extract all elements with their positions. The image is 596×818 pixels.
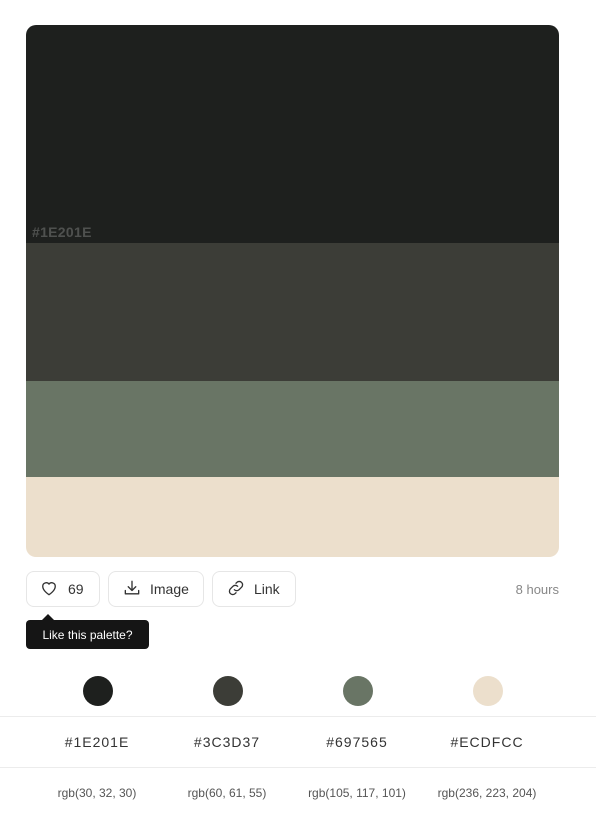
link-button-label: Link (254, 581, 280, 597)
image-button-label: Image (150, 581, 189, 597)
rgb-code-2[interactable]: rgb(60, 61, 55) (162, 768, 292, 818)
rgb-code-3[interactable]: rgb(105, 117, 101) (292, 768, 422, 818)
swatch-3[interactable] (26, 381, 559, 477)
copy-link-button[interactable]: Link (212, 571, 296, 607)
hex-code-4[interactable]: #ECDFCC (422, 717, 552, 767)
swatch-1[interactable]: #1E201E (26, 25, 559, 243)
rgb-code-1[interactable]: rgb(30, 32, 30) (32, 768, 162, 818)
like-tooltip: Like this palette? (26, 614, 149, 649)
hex-codes-row: #1E201E #3C3D37 #697565 #ECDFCC (0, 716, 596, 767)
tooltip-text: Like this palette? (42, 627, 133, 642)
hex-code-3[interactable]: #697565 (292, 717, 422, 767)
color-details: #1E201E #3C3D37 #697565 #ECDFCC rgb(30, … (0, 666, 596, 818)
rgb-codes-row: rgb(30, 32, 30) rgb(60, 61, 55) rgb(105,… (0, 767, 596, 818)
heart-icon (39, 578, 59, 601)
color-dot-1[interactable] (83, 676, 113, 706)
swatch-hex-label: #1E201E (32, 224, 92, 240)
rgb-code-4[interactable]: rgb(236, 223, 204) (422, 768, 552, 818)
swatch-2[interactable] (26, 243, 559, 381)
image-download-button[interactable]: Image (108, 571, 204, 607)
palette-actions: 69 Image Link 8 hours (26, 571, 559, 609)
color-dot-2[interactable] (213, 676, 243, 706)
like-button[interactable]: 69 (26, 571, 100, 607)
timestamp: 8 hours (515, 582, 559, 597)
hex-code-2[interactable]: #3C3D37 (162, 717, 292, 767)
color-dot-4[interactable] (473, 676, 503, 706)
swatch-4[interactable] (26, 477, 559, 557)
palette-preview: #1E201E (26, 25, 559, 557)
link-icon (226, 578, 246, 601)
like-count: 69 (68, 581, 84, 597)
hex-code-1[interactable]: #1E201E (32, 717, 162, 767)
color-dot-3[interactable] (343, 676, 373, 706)
download-icon (122, 578, 142, 601)
color-dots-row (0, 666, 596, 716)
